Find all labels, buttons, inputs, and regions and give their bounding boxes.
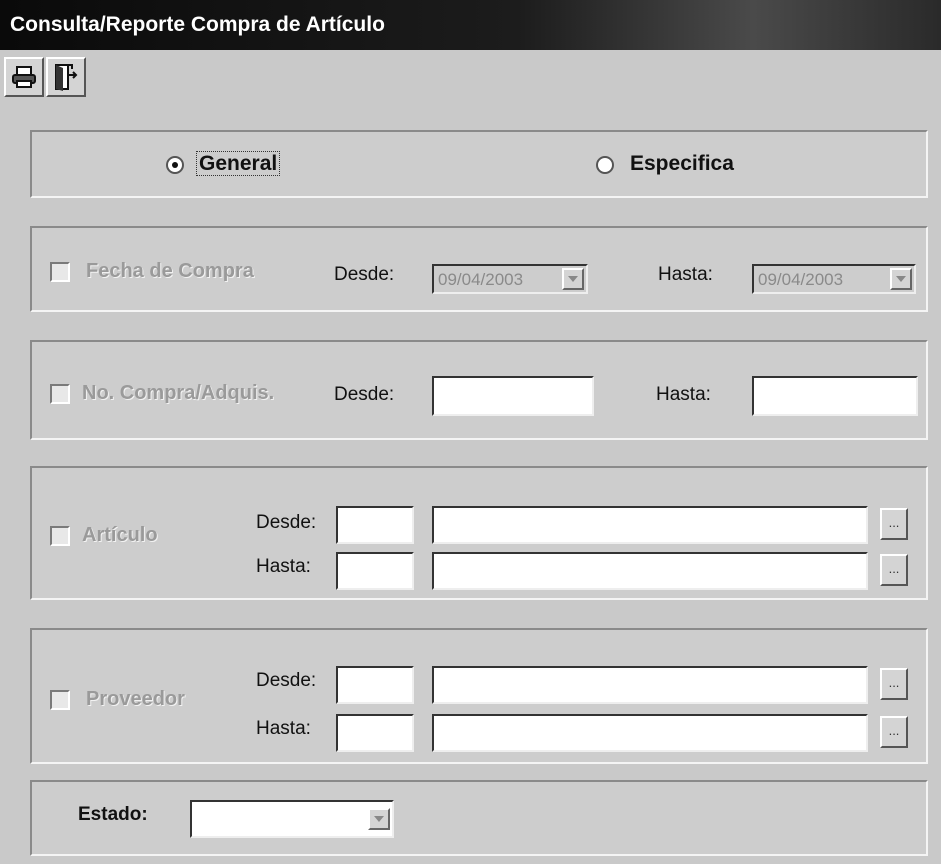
fecha-hasta-dropdown-button[interactable] bbox=[890, 268, 912, 290]
printer-icon bbox=[12, 66, 36, 88]
radio-selected-dot bbox=[172, 162, 178, 168]
exit-button[interactable] bbox=[46, 57, 86, 97]
chevron-down-icon bbox=[568, 276, 578, 282]
fecha-desde-label: Desde: bbox=[334, 264, 395, 285]
fecha-compra-checkbox[interactable] bbox=[50, 262, 70, 282]
toolbar bbox=[0, 52, 88, 102]
mode-panel: General Especifica bbox=[30, 130, 928, 198]
articulo-desde-name-input[interactable] bbox=[432, 506, 868, 544]
fecha-hasta-date[interactable]: 09/04/2003 bbox=[752, 264, 916, 294]
articulo-hasta-code-input[interactable] bbox=[336, 552, 414, 590]
estado-panel: Estado: bbox=[30, 780, 928, 856]
especifica-radio[interactable] bbox=[596, 156, 614, 174]
window-title: Consulta/Reporte Compra de Artículo bbox=[10, 13, 385, 36]
articulo-desde-code-input[interactable] bbox=[336, 506, 414, 544]
general-radio[interactable] bbox=[166, 156, 184, 174]
articulo-hasta-label: Hasta: bbox=[256, 556, 311, 577]
articulo-hasta-browse-button[interactable]: ... bbox=[880, 554, 908, 586]
proveedor-hasta-name-input[interactable] bbox=[432, 714, 868, 752]
compra-checkbox[interactable] bbox=[50, 384, 70, 404]
proveedor-checkbox[interactable] bbox=[50, 690, 70, 710]
chevron-down-icon bbox=[896, 276, 906, 282]
fecha-desde-dropdown-button[interactable] bbox=[562, 268, 584, 290]
compra-label: No. Compra/Adquis. bbox=[82, 382, 275, 404]
articulo-label: Artículo bbox=[82, 524, 158, 546]
general-label[interactable]: General bbox=[196, 151, 281, 176]
compra-desde-label: Desde: bbox=[334, 384, 395, 405]
especifica-label[interactable]: Especifica bbox=[630, 152, 734, 176]
proveedor-desde-label: Desde: bbox=[256, 670, 317, 691]
estado-select[interactable] bbox=[190, 800, 394, 838]
compra-desde-input[interactable] bbox=[432, 376, 594, 416]
articulo-desde-label: Desde: bbox=[256, 512, 317, 533]
compra-hasta-input[interactable] bbox=[752, 376, 918, 416]
proveedor-desde-browse-button[interactable]: ... bbox=[880, 668, 908, 700]
exit-door-icon bbox=[55, 64, 78, 91]
window-title-bar: Consulta/Reporte Compra de Artículo bbox=[0, 0, 941, 50]
proveedor-label: Proveedor bbox=[86, 688, 185, 710]
estado-label: Estado: bbox=[78, 804, 148, 825]
articulo-checkbox[interactable] bbox=[50, 526, 70, 546]
fecha-hasta-label: Hasta: bbox=[658, 264, 713, 285]
chevron-down-icon bbox=[374, 816, 384, 822]
articulo-desde-browse-button[interactable]: ... bbox=[880, 508, 908, 540]
compra-hasta-label: Hasta: bbox=[656, 384, 711, 405]
proveedor-hasta-code-input[interactable] bbox=[336, 714, 414, 752]
fecha-compra-panel: Fecha de Compra Desde: 09/04/2003 Hasta:… bbox=[30, 226, 928, 312]
proveedor-panel: Proveedor Desde: ... Hasta: ... bbox=[30, 628, 928, 764]
proveedor-hasta-browse-button[interactable]: ... bbox=[880, 716, 908, 748]
print-button[interactable] bbox=[4, 57, 44, 97]
fecha-desde-date[interactable]: 09/04/2003 bbox=[432, 264, 588, 294]
proveedor-hasta-label: Hasta: bbox=[256, 718, 311, 739]
fecha-compra-label: Fecha de Compra bbox=[86, 260, 254, 282]
proveedor-desde-code-input[interactable] bbox=[336, 666, 414, 704]
proveedor-desde-name-input[interactable] bbox=[432, 666, 868, 704]
compra-panel: No. Compra/Adquis. Desde: Hasta: bbox=[30, 340, 928, 440]
articulo-hasta-name-input[interactable] bbox=[432, 552, 868, 590]
articulo-panel: Artículo Desde: ... Hasta: ... bbox=[30, 466, 928, 600]
estado-dropdown-button[interactable] bbox=[368, 808, 390, 830]
